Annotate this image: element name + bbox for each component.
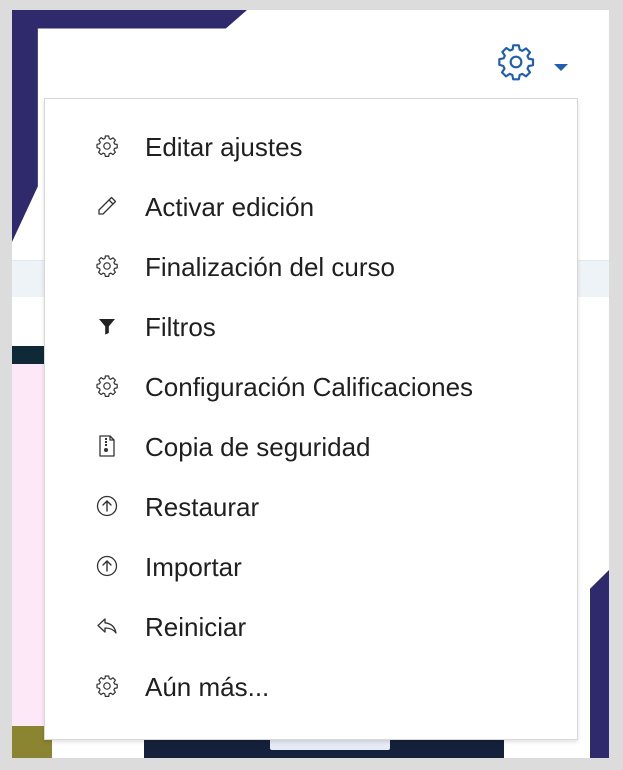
menu-item[interactable]: Restaurar	[45, 482, 577, 532]
menu-item[interactable]: Copia de seguridad	[45, 422, 577, 472]
upload-circle-icon	[95, 554, 119, 578]
menu-item-label: Editar ajustes	[145, 132, 303, 162]
menu-item[interactable]: Filtros	[45, 302, 577, 352]
menu-item-label: Importar	[145, 552, 242, 582]
settings-menu-button[interactable]	[488, 42, 588, 92]
menu-item-label: Copia de seguridad	[145, 432, 371, 462]
filter-icon	[95, 314, 119, 338]
gear-icon	[95, 674, 119, 698]
menu-item-label: Configuración Calificaciones	[145, 372, 474, 402]
menu-item-label: Filtros	[145, 312, 216, 342]
menu-item[interactable]: Importar	[45, 542, 577, 592]
settings-dropdown-menu: Editar ajustes Activar edición Finalizació…	[44, 98, 578, 740]
menu-item-label: Aún más...	[145, 672, 270, 702]
menu-item[interactable]: Finalización del curso	[45, 242, 577, 292]
menu-item[interactable]: Aún más...	[45, 662, 577, 712]
decorative-corner-bottom-right	[590, 570, 609, 758]
gear-icon	[95, 374, 119, 398]
gear-icon	[95, 254, 119, 278]
reply-icon	[95, 614, 119, 638]
menu-item-label: Finalización del curso	[145, 252, 396, 282]
menu-item[interactable]: Configuración Calificaciones	[45, 362, 577, 412]
menu-item[interactable]: Activar edición	[45, 182, 577, 232]
menu-item-label: Activar edición	[145, 192, 315, 222]
menu-item-label: Restaurar	[145, 492, 260, 522]
file-archive-icon	[95, 434, 119, 458]
menu-item[interactable]: Editar ajustes	[45, 122, 577, 172]
caret-down-icon	[554, 64, 568, 71]
menu-item-label: Reiniciar	[145, 612, 247, 642]
upload-circle-icon	[95, 494, 119, 518]
gear-icon	[95, 134, 119, 158]
menu-item[interactable]: Reiniciar	[45, 602, 577, 652]
gear-icon	[498, 44, 535, 81]
pencil-icon	[95, 194, 119, 218]
